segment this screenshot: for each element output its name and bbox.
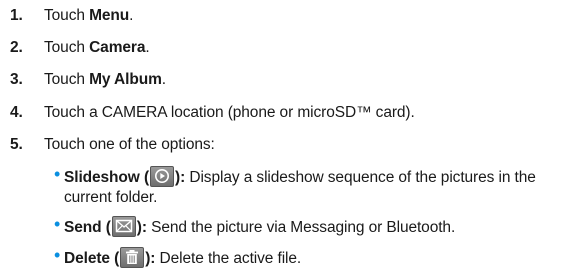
step-text-bold: Menu	[89, 7, 130, 24]
play-circle-icon	[150, 166, 175, 187]
option-body: Send (): Send the picture via Messaging …	[64, 216, 576, 238]
step-number: 2.	[10, 39, 23, 56]
step-text-end: .	[161, 71, 166, 88]
option-name: Slideshow (	[64, 169, 150, 186]
step-text-end: .	[145, 39, 150, 56]
option-description: Delete the active file.	[155, 250, 302, 267]
option-name-close: ):	[145, 250, 156, 267]
option-body: Slideshow (): Display a slideshow sequen…	[64, 166, 576, 208]
bullet-icon: •	[54, 214, 61, 234]
step-text: Touch Menu.	[44, 6, 133, 26]
step-number: 5.	[10, 136, 23, 153]
step-number: 4.	[10, 104, 23, 121]
option-description: Send the picture via Messaging or Blueto…	[146, 219, 456, 236]
instruction-document: 1. Touch Menu. 2. Touch Camera. 3. Touch…	[0, 0, 576, 280]
option-name-close: ):	[136, 219, 147, 236]
trash-icon	[120, 247, 145, 268]
step-text-plain: Touch	[44, 7, 90, 24]
bullet-icon: •	[54, 164, 61, 184]
envelope-icon	[111, 216, 136, 237]
step-number: 3.	[10, 71, 23, 88]
step-number: 1.	[10, 7, 23, 24]
option-name-close: ):	[175, 169, 186, 186]
step-text-bold: My Album	[89, 71, 162, 88]
step-text: Touch My Album.	[44, 70, 166, 90]
bullet-icon: •	[54, 245, 61, 265]
step-text: Touch one of the options:	[44, 136, 215, 153]
option-name: Delete (	[64, 250, 120, 267]
step-text-end: .	[129, 7, 134, 24]
step-text: Touch a CAMERA location (phone or microS…	[44, 104, 415, 121]
step-text-bold: Camera	[89, 39, 146, 56]
option-name: Send (	[64, 219, 111, 236]
step-text-plain: Touch	[44, 71, 90, 88]
step-text: Touch Camera.	[44, 38, 150, 58]
step-text-plain: Touch	[44, 39, 90, 56]
option-body: Delete (): Delete the active file.	[64, 247, 576, 269]
